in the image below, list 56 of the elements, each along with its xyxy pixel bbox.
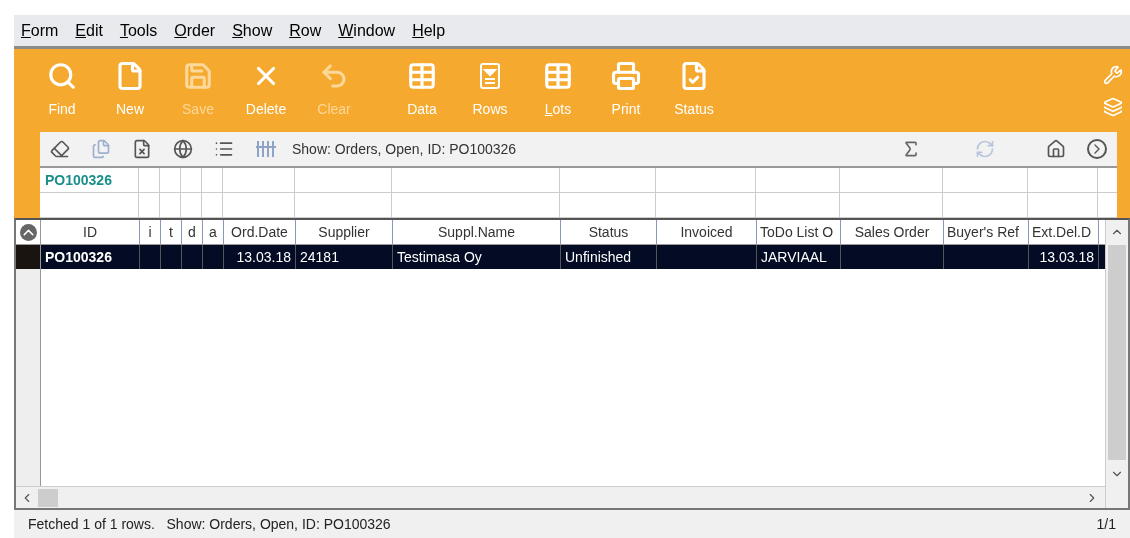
checked-document-icon [679, 61, 709, 91]
list-icon[interactable] [214, 139, 234, 159]
table-row[interactable]: PO100326 13.03.18 24181 Testimasa Oy Unfinished JARVIAAL 13.03.18 [16, 245, 1105, 269]
scrollbar-thumb[interactable] [38, 488, 58, 507]
column-header[interactable]: i [140, 220, 161, 244]
status-text: Fetched 1 of 1 rows. Show: Orders, Open, ID: PO100326 [28, 514, 391, 534]
column-header[interactable]: ID [41, 220, 140, 244]
horizontal-scrollbar[interactable] [16, 486, 1105, 508]
spreadsheet-icon[interactable] [132, 139, 152, 159]
column-header[interactable]: a [203, 220, 224, 244]
table-cell: 24181 [296, 245, 393, 269]
menu-item[interactable]: Form [21, 18, 59, 43]
column-header[interactable]: Sales Order [841, 220, 944, 244]
filter-cell[interactable]: PO100326 [40, 168, 139, 192]
menu-item[interactable]: Show [232, 18, 273, 43]
globe-icon[interactable] [173, 139, 193, 159]
table-cell: PO100326 [41, 245, 140, 269]
column-header[interactable]: Ord.Date [224, 220, 296, 244]
column-header[interactable]: Suppl.Name [393, 220, 561, 244]
table-cell: Testimasa Oy [393, 245, 561, 269]
menu-item[interactable]: Help [412, 18, 446, 43]
layers-icon[interactable] [1103, 96, 1123, 117]
column-header[interactable]: Invoiced [657, 220, 757, 244]
menu-item[interactable]: Order [174, 18, 216, 43]
column-header[interactable]: Buyer's Ref [944, 220, 1029, 244]
documents-icon[interactable] [91, 139, 111, 159]
document-icon [115, 61, 145, 91]
column-header[interactable]: Supplier [296, 220, 393, 244]
eraser-icon[interactable] [50, 139, 70, 159]
filter-text: Show: Orders, Open, ID: PO100326 [292, 139, 517, 159]
menu-item[interactable]: Window [338, 18, 396, 43]
grid-icon [407, 61, 437, 91]
menu-item[interactable]: Edit [75, 18, 103, 43]
refresh-icon[interactable] [975, 139, 995, 159]
table-cell: JARVIAAL [757, 245, 841, 269]
table-cell: 13.03.18 [224, 245, 296, 269]
scrollbar-thumb[interactable] [1108, 245, 1126, 460]
printer-icon [611, 61, 641, 91]
columns-icon[interactable] [255, 139, 277, 159]
table-cell: 13.03.18 [1029, 245, 1099, 269]
grid-icon [543, 61, 573, 91]
home-icon[interactable] [1046, 139, 1066, 159]
search-icon [47, 61, 77, 91]
page-indicator: 1/1 [1096, 514, 1116, 534]
collapse-icon[interactable] [19, 223, 37, 241]
menu-item[interactable]: Row [289, 18, 322, 43]
column-header[interactable]: Ext.Del.D [1029, 220, 1099, 244]
menu-item[interactable]: Tools [119, 18, 158, 43]
column-header[interactable]: ToDo List O [757, 220, 841, 244]
settings-icon[interactable] [1103, 64, 1123, 85]
column-header[interactable]: t [161, 220, 182, 244]
next-icon[interactable] [1087, 139, 1107, 159]
column-header[interactable]: Status [561, 220, 657, 244]
vertical-scrollbar[interactable] [1105, 220, 1128, 508]
table-cell: Unfinished [561, 245, 657, 269]
column-header[interactable]: d [182, 220, 203, 244]
